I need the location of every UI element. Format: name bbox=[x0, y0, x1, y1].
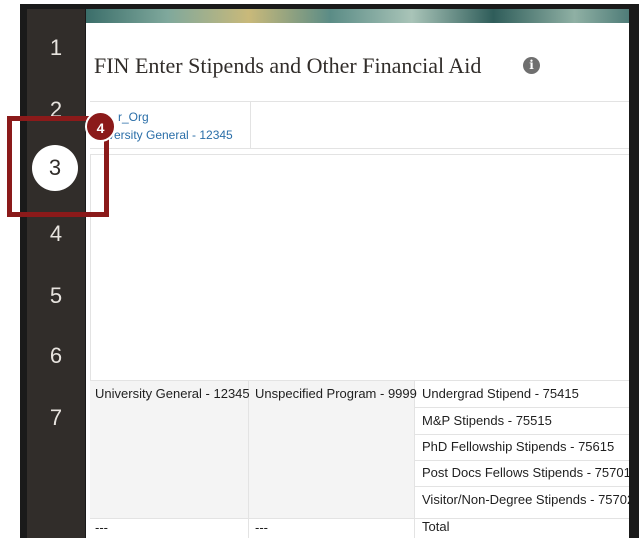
account-row: M&P Stipends - 75515 bbox=[422, 413, 552, 428]
program-row-header bbox=[249, 381, 414, 519]
step-rail bbox=[27, 9, 85, 538]
grid-line bbox=[415, 460, 629, 461]
grid-line bbox=[248, 380, 249, 538]
org-cell: University General - 12345 bbox=[95, 386, 250, 401]
org-value[interactable]: versity General - 12345 bbox=[108, 128, 233, 142]
main-content: FIN Enter Stipends and Other Financial A… bbox=[86, 9, 629, 538]
account-row: Visitor/Non-Degree Stipends - 75702 bbox=[422, 492, 629, 507]
callout-badge: 4 bbox=[85, 111, 116, 142]
org-row-header bbox=[90, 381, 248, 519]
pivot-empty-area bbox=[90, 154, 629, 381]
info-icon[interactable]: i bbox=[523, 57, 540, 74]
grid-line bbox=[415, 407, 629, 408]
step-5[interactable]: 5 bbox=[27, 283, 85, 309]
grid-line bbox=[414, 380, 415, 538]
grid-line bbox=[90, 518, 629, 519]
account-row: Post Docs Fellows Stipends - 75701 bbox=[422, 465, 629, 480]
step-6[interactable]: 6 bbox=[27, 343, 85, 369]
grid-line bbox=[415, 434, 629, 435]
divider bbox=[90, 148, 629, 149]
step-7[interactable]: 7 bbox=[27, 405, 85, 431]
org-label[interactable]: r_Org bbox=[118, 110, 149, 124]
step-1[interactable]: 1 bbox=[27, 35, 85, 61]
header-banner bbox=[86, 9, 629, 23]
dash-cell: --- bbox=[255, 520, 268, 535]
grid-line bbox=[415, 486, 629, 487]
dash-cell: --- bbox=[95, 520, 108, 535]
total-row: Total bbox=[422, 519, 450, 534]
account-row: PhD Fellowship Stipends - 75615 bbox=[422, 439, 615, 454]
account-row: Undergrad Stipend - 75415 bbox=[422, 386, 579, 401]
program-cell: Unspecified Program - 9999 bbox=[255, 386, 417, 401]
step-4[interactable]: 4 bbox=[27, 221, 85, 247]
page-title: FIN Enter Stipends and Other Financial A… bbox=[94, 53, 482, 78]
